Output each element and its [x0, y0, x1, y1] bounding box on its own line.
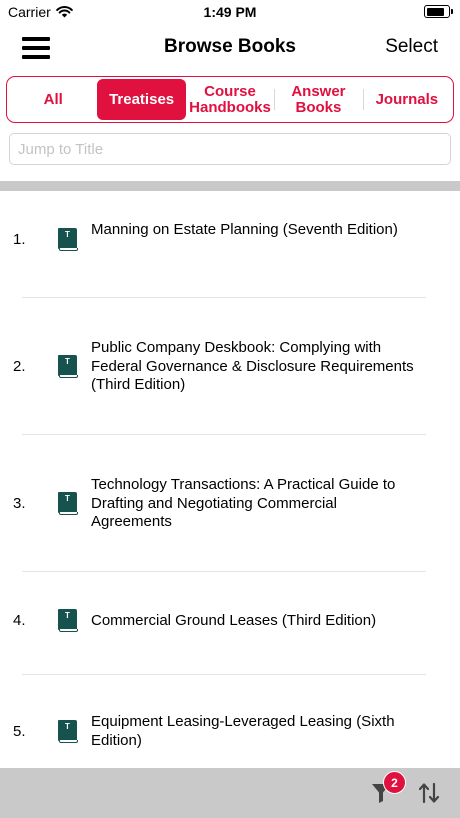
- status-time: 1:49 PM: [203, 4, 257, 20]
- list-separator-band: [0, 181, 460, 191]
- treatise-book-icon: T: [58, 354, 78, 378]
- list-item[interactable]: 4. T Commercial Ground Leases (Third Editi…: [0, 572, 460, 674]
- book-number: 5.: [13, 722, 26, 740]
- list-item[interactable]: 1. T Manning on Estate Planning (Seventh E…: [0, 191, 460, 297]
- book-icon-letter: T: [58, 354, 77, 376]
- tab-answer-books[interactable]: Answer Books: [274, 79, 362, 120]
- book-title: Public Company Deskbook: Complying with …: [91, 339, 414, 393]
- list-item[interactable]: 5. T Equipment Leasing-Leveraged Leasing (…: [0, 675, 460, 768]
- book-number: 1.: [13, 230, 26, 248]
- book-icon-letter: T: [58, 227, 77, 249]
- hamburger-menu-icon[interactable]: [22, 37, 50, 59]
- tab-treatises[interactable]: Treatises: [97, 79, 186, 120]
- book-list: 1. T Manning on Estate Planning (Seventh E…: [0, 191, 460, 768]
- treatise-book-icon: T: [58, 491, 78, 515]
- book-number: 2.: [13, 357, 26, 375]
- book-title: Technology Transactions: A Practical Gui…: [91, 476, 396, 530]
- treatise-book-icon: T: [58, 609, 78, 633]
- select-button[interactable]: Select: [385, 36, 438, 58]
- sort-arrows-icon[interactable]: [418, 782, 440, 804]
- list-item[interactable]: 3. T Technology Transactions: A Practical …: [0, 435, 460, 571]
- filter-count-badge: 2: [383, 771, 406, 794]
- jump-to-title-input[interactable]: [9, 133, 451, 165]
- book-title: Commercial Ground Leases (Third Edition): [91, 612, 377, 629]
- book-number: 4.: [13, 612, 26, 630]
- status-bar: Carrier 1:49 PM: [0, 0, 460, 24]
- tab-all[interactable]: All: [9, 79, 97, 120]
- book-icon-letter: T: [58, 609, 77, 631]
- book-icon-letter: T: [58, 491, 77, 513]
- book-number: 3.: [13, 494, 26, 512]
- book-title: Equipment Leasing-Leveraged Leasing (Six…: [91, 713, 395, 749]
- category-segmented-control: All Treatises Course Handbooks Answer Books…: [6, 76, 454, 123]
- navigation-bar: Browse Books Select: [0, 28, 460, 68]
- book-title: Manning on Estate Planning (Seventh Edit…: [91, 221, 398, 238]
- tab-course-handbooks[interactable]: Course Handbooks: [186, 79, 274, 120]
- treatise-book-icon: T: [58, 719, 78, 743]
- tab-journals[interactable]: Journals: [362, 79, 451, 120]
- book-icon-letter: T: [58, 719, 77, 741]
- treatise-book-icon: T: [58, 227, 78, 251]
- battery-icon: [424, 5, 453, 18]
- list-item[interactable]: 2. T Public Company Deskbook: Complying wi…: [0, 298, 460, 434]
